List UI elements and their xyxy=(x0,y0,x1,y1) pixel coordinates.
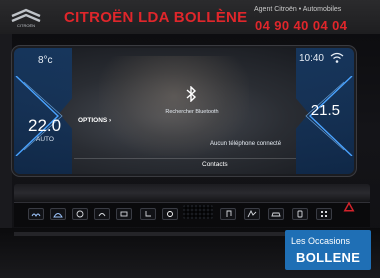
dealer-banner: CITROËN CITROËN LDA BOLLÈNE Agent Citroë… xyxy=(0,0,380,34)
front-defrost-button[interactable] xyxy=(50,208,66,220)
dashboard-trim xyxy=(14,184,370,202)
dealer-name: CITROËN LDA BOLLÈNE xyxy=(64,9,248,26)
climate-button[interactable] xyxy=(116,208,132,220)
apps-button[interactable] xyxy=(316,208,332,220)
dealer-subline: Agent Citroën • Automobiles xyxy=(254,6,342,13)
recirculation-button[interactable] xyxy=(94,208,110,220)
badge-location: BOLLENE xyxy=(296,250,361,265)
map-icon xyxy=(247,210,257,218)
options-button[interactable]: OPTIONS › xyxy=(78,117,111,124)
logo-wordmark: CITROËN xyxy=(17,23,35,28)
badge-title: Les Occasions xyxy=(291,236,351,246)
wifi-icon xyxy=(330,52,344,63)
vehicle-settings-button[interactable] xyxy=(268,208,284,220)
phone-icon xyxy=(297,210,303,218)
media-button[interactable] xyxy=(220,208,236,220)
outside-temperature: 8°c xyxy=(38,55,53,66)
climate-icon xyxy=(120,211,128,217)
defrost-icon xyxy=(31,213,41,218)
climate-mode-label: AUTO xyxy=(36,136,54,143)
fan-icon xyxy=(76,210,84,218)
grid-icon xyxy=(321,211,327,217)
search-bluetooth-label[interactable]: Rechercher Bluetooth xyxy=(165,109,219,116)
phone-status: Aucun téléphone connecté xyxy=(210,141,282,147)
driver-temperature[interactable]: 22.0 xyxy=(28,116,61,136)
volume-knob[interactable] xyxy=(162,208,178,220)
car-icon xyxy=(271,212,281,217)
rear-defrost-button[interactable] xyxy=(28,208,44,220)
passenger-temperature[interactable]: 21.5 xyxy=(311,102,340,119)
dealer-phone: 04 90 40 04 04 xyxy=(255,18,348,33)
bluetooth-icon[interactable] xyxy=(185,86,197,102)
music-note-icon xyxy=(226,210,232,217)
seat-heat-button[interactable] xyxy=(140,208,156,220)
recirculation-icon xyxy=(98,213,106,217)
screen-bottom-bar xyxy=(74,158,296,174)
contacts-button[interactable]: Contacts xyxy=(202,161,228,168)
clock: 10:40 xyxy=(298,53,324,64)
citroen-logo: CITROËN xyxy=(11,8,41,28)
speaker-grille xyxy=(183,205,213,219)
navigation-button[interactable] xyxy=(244,208,260,220)
windscreen-icon xyxy=(53,213,63,218)
infotainment-screen[interactable]: 8°c 10:40 22.0 AUTO 21.5 Rechercher Blue… xyxy=(14,48,354,174)
phone-button[interactable] xyxy=(292,208,308,220)
seat-icon xyxy=(145,211,151,217)
hazard-icon[interactable] xyxy=(343,201,355,212)
fan-button[interactable] xyxy=(72,208,88,220)
power-icon xyxy=(167,211,173,217)
